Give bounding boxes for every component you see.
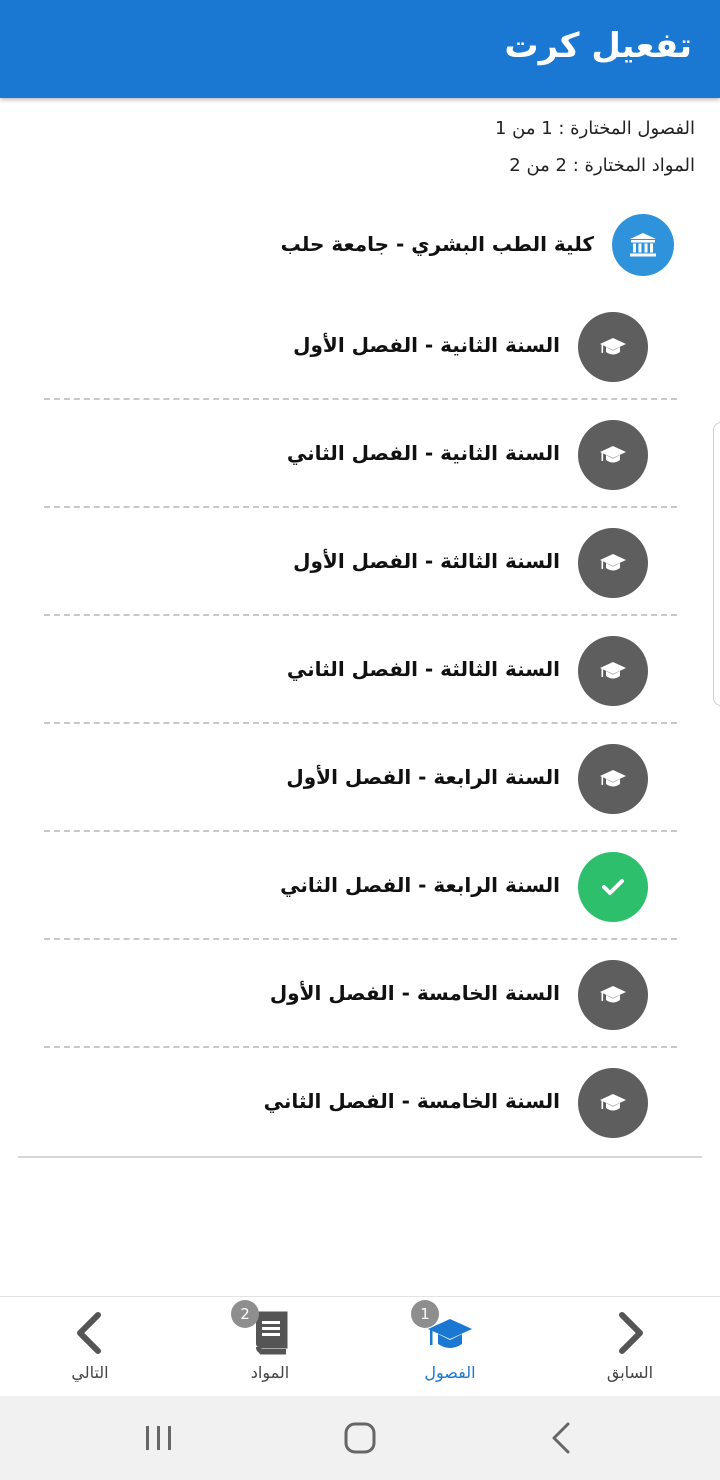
semesters-label: الفصول <box>424 1363 476 1382</box>
faculty-label: كلية الطب البشري - جامعة حلب <box>280 232 594 256</box>
graduation-cap-icon <box>600 986 626 1003</box>
subjects-label: المواد <box>250 1363 290 1382</box>
previous-button[interactable]: السابق <box>560 1297 700 1397</box>
check-icon <box>602 879 624 895</box>
semesters-tab[interactable]: 1 الفصول <box>380 1297 520 1397</box>
semester-item[interactable]: السنة الخامسة - الفصل الأول <box>0 960 720 1068</box>
semester-label: السنة الثانية - الفصل الأول <box>293 333 560 357</box>
bottom-navigation: التالي 2 المواد 1 الفصول السابق <box>0 1296 720 1396</box>
selected-subjects-count: المواد المختارة : 2 من 2 <box>509 155 695 176</box>
subjects-badge: 2 <box>231 1300 259 1328</box>
system-navigation-bar <box>0 1396 720 1480</box>
graduation-cap-icon <box>600 446 626 463</box>
semester-label: السنة الثالثة - الفصل الأول <box>293 549 560 573</box>
chevron-right-icon <box>619 1312 643 1354</box>
semester-indicator[interactable] <box>578 960 648 1030</box>
semester-indicator[interactable] <box>578 528 648 598</box>
page-title: تفعيل كرت <box>504 26 692 66</box>
next-button[interactable]: التالي <box>20 1297 160 1397</box>
semester-item[interactable]: السنة الثانية - الفصل الثاني <box>0 420 720 528</box>
semester-divider <box>44 938 677 940</box>
semester-divider <box>44 398 677 400</box>
graduation-cap-icon <box>600 662 626 679</box>
semester-label: السنة الخامسة - الفصل الثاني <box>263 1089 560 1113</box>
semester-label: السنة الرابعة - الفصل الثاني <box>280 873 560 897</box>
side-panel-handle[interactable] <box>713 422 720 706</box>
graduation-cap-icon <box>600 1094 626 1111</box>
semester-divider <box>44 614 677 616</box>
semester-divider <box>44 1046 677 1048</box>
graduation-cap-icon <box>600 554 626 571</box>
semester-item[interactable]: السنة الثالثة - الفصل الأول <box>0 528 720 636</box>
faculty-header: كلية الطب البشري - جامعة حلب <box>0 214 720 276</box>
semester-item[interactable]: السنة الثالثة - الفصل الثاني <box>0 636 720 744</box>
previous-label: السابق <box>606 1363 654 1382</box>
graduation-cap-icon <box>600 338 626 355</box>
back-icon[interactable] <box>548 1418 576 1458</box>
list-divider <box>18 1156 702 1158</box>
graduation-cap-icon <box>600 770 626 787</box>
app-bar: تفعيل كرت <box>0 0 720 98</box>
semester-label: السنة الخامسة - الفصل الأول <box>269 981 560 1005</box>
next-label: التالي <box>71 1363 109 1382</box>
semester-selected-indicator[interactable] <box>578 852 648 922</box>
semester-indicator[interactable] <box>578 1068 648 1138</box>
semester-divider <box>44 722 677 724</box>
semester-divider <box>44 506 677 508</box>
semester-divider <box>44 830 677 832</box>
chevron-left-icon <box>77 1312 101 1354</box>
semester-indicator[interactable] <box>578 636 648 706</box>
semester-item[interactable]: السنة الرابعة - الفصل الثاني <box>0 852 720 960</box>
semester-indicator[interactable] <box>578 420 648 490</box>
selected-semesters-count: الفصول المختارة : 1 من 1 <box>494 118 695 139</box>
semester-indicator[interactable] <box>578 744 648 814</box>
semester-indicator[interactable] <box>578 312 648 382</box>
university-icon <box>612 214 674 276</box>
semester-item[interactable]: السنة الثانية - الفصل الأول <box>0 312 720 420</box>
semester-label: السنة الثانية - الفصل الثاني <box>286 441 560 465</box>
semester-label: السنة الرابعة - الفصل الأول <box>286 765 560 789</box>
home-icon[interactable] <box>342 1418 378 1458</box>
semester-item[interactable]: السنة الخامسة - الفصل الثاني <box>0 1068 720 1176</box>
subjects-tab[interactable]: 2 المواد <box>200 1297 340 1397</box>
semester-item[interactable]: السنة الرابعة - الفصل الأول <box>0 744 720 852</box>
semesters-badge: 1 <box>411 1300 439 1328</box>
semester-label: السنة الثالثة - الفصل الثاني <box>286 657 560 681</box>
recent-apps-icon[interactable] <box>143 1418 175 1458</box>
